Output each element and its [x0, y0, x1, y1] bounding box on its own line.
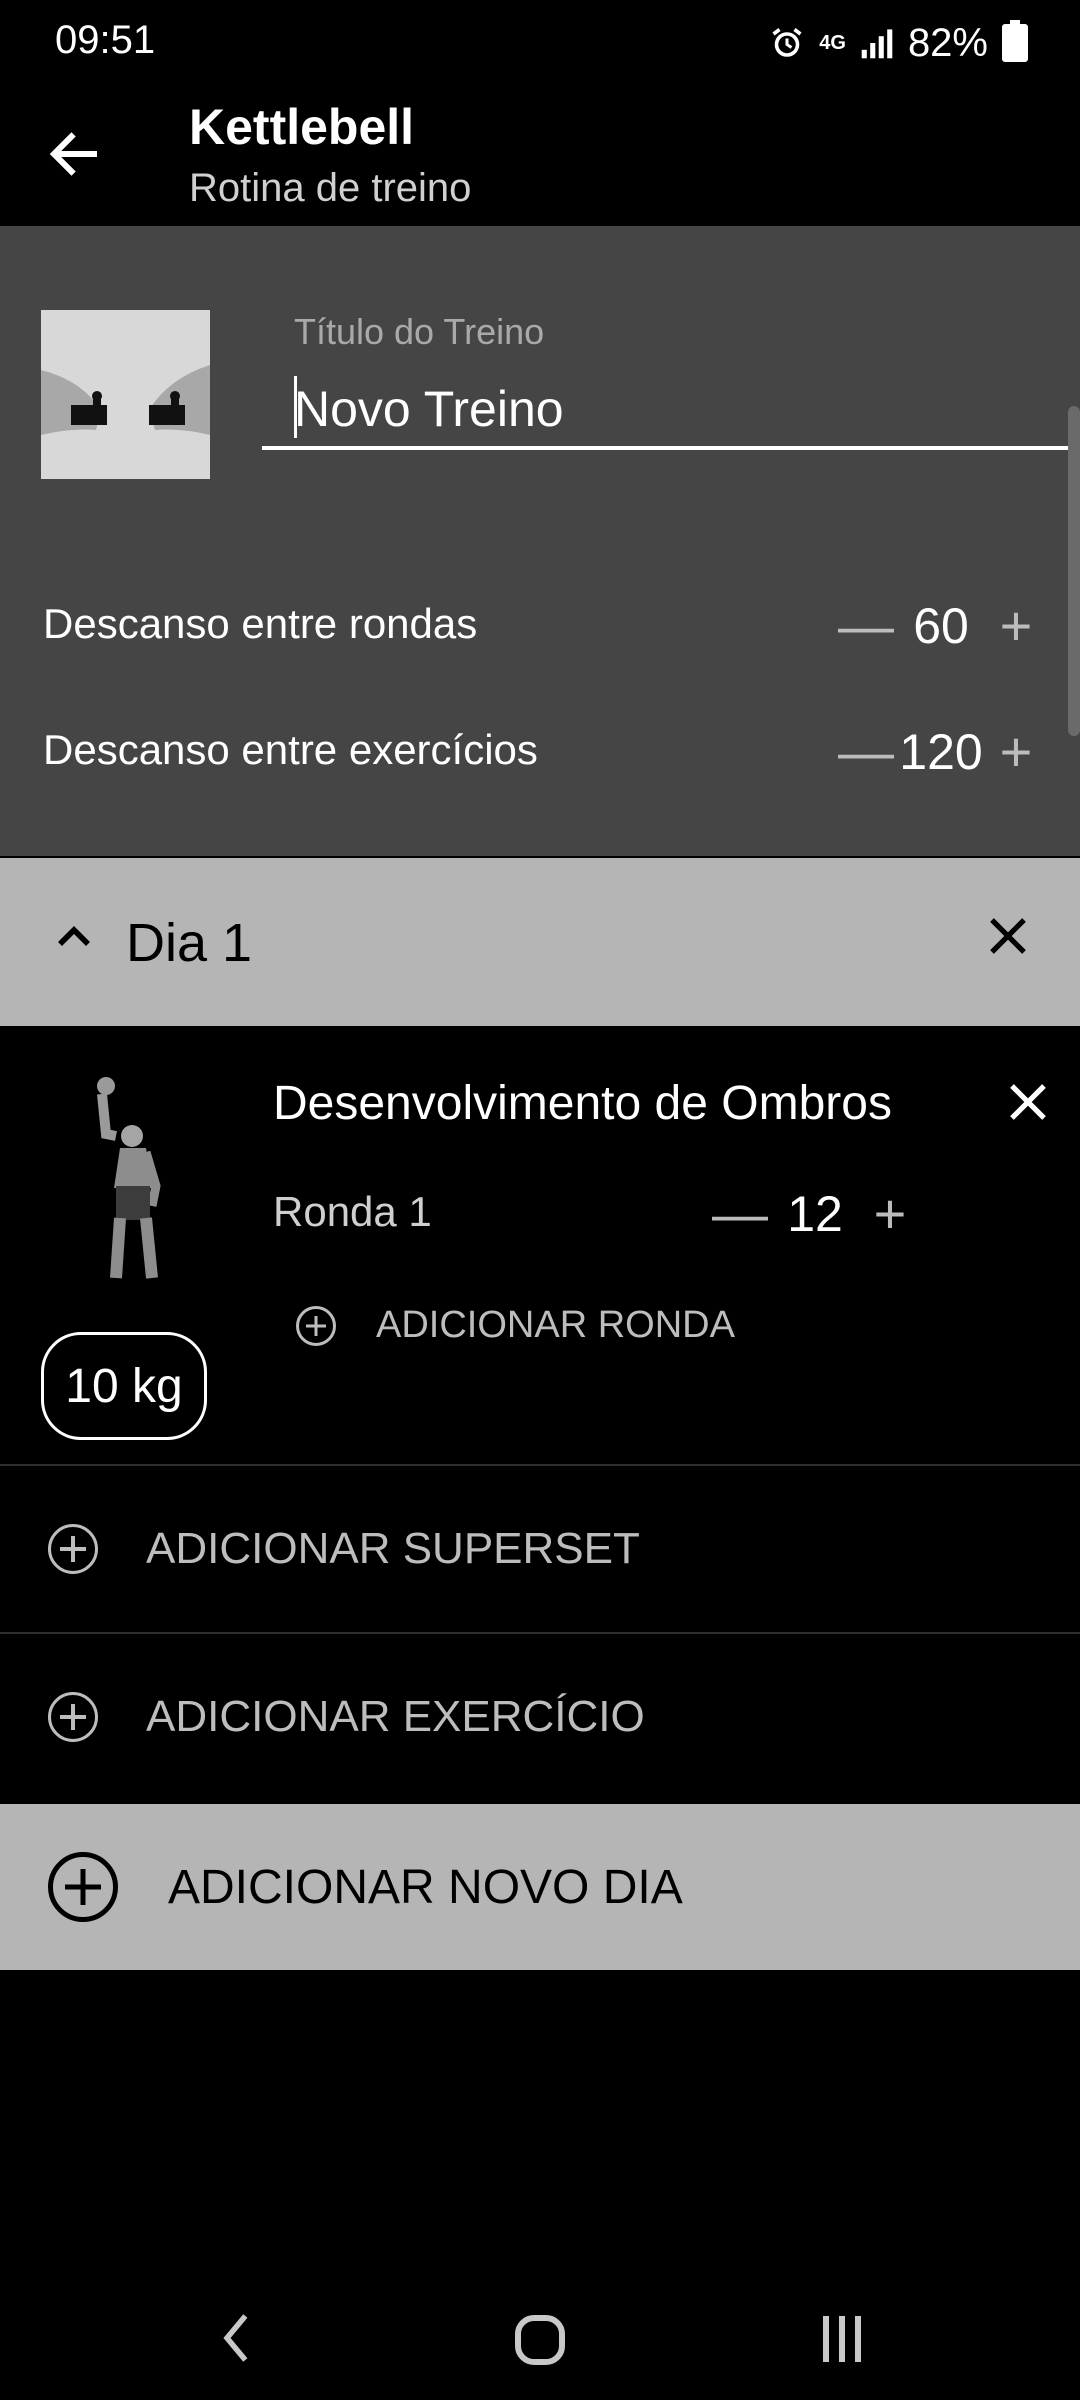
- rest-exercises-stepper: — 120 +: [836, 712, 1046, 792]
- add-superset-label: ADICIONAR SUPERSET: [146, 1524, 640, 1573]
- nav-recents-icon[interactable]: [818, 2312, 868, 2366]
- workout-title-input[interactable]: Novo Treino: [262, 366, 1080, 450]
- nav-back-icon[interactable]: [216, 2310, 260, 2366]
- add-day-button[interactable]: ADICIONAR NOVO DIA: [0, 1804, 1080, 1970]
- add-round-button[interactable]: ADICIONAR RONDA: [296, 1304, 735, 1347]
- add-round-label: ADICIONAR RONDA: [376, 1304, 735, 1346]
- status-icons: 4G 82%: [769, 18, 1028, 68]
- minus-icon[interactable]: —: [710, 1186, 770, 1242]
- round-label: Ronda 1: [273, 1188, 432, 1235]
- day-header[interactable]: Dia 1: [0, 858, 1080, 1026]
- arrow-left-icon[interactable]: [44, 124, 104, 184]
- page-subtitle: Rotina de treino: [189, 166, 472, 210]
- workout-title-value: Novo Treino: [294, 381, 564, 437]
- alarm-icon: [772, 28, 802, 57]
- add-day-label: ADICIONAR NOVO DIA: [168, 1860, 683, 1914]
- rest-rounds-stepper: — 60 +: [836, 586, 1046, 666]
- round-reps-stepper: — 12 +: [710, 1174, 920, 1254]
- exercise-illustration: [97, 1077, 161, 1279]
- network-type: 4G: [819, 31, 846, 54]
- exercise-card: Desenvolvimento de Ombros Ronda 1 — 12 +…: [0, 1026, 1080, 1464]
- add-exercise-label: ADICIONAR EXERCÍCIO: [146, 1692, 645, 1741]
- status-bar: 09:51 4G 82%: [0, 0, 1080, 84]
- rest-exercises-value: 120: [899, 724, 983, 780]
- system-nav-bar: [0, 2280, 1080, 2400]
- rest-rounds-value: 60: [913, 598, 969, 654]
- nav-home-icon[interactable]: [510, 2310, 570, 2370]
- page-title: Kettlebell: [189, 99, 415, 155]
- close-icon[interactable]: [984, 912, 1032, 960]
- rest-rounds-label: Descanso entre rondas: [43, 600, 478, 647]
- round-reps-value: 12: [787, 1186, 843, 1242]
- title-field-label: Título do Treino: [294, 311, 545, 352]
- close-icon[interactable]: [1004, 1078, 1052, 1126]
- plus-circle-icon: [296, 1305, 336, 1346]
- workout-settings-panel: Título do Treino Novo Treino Descanso en…: [0, 226, 1080, 856]
- rest-exercises-label: Descanso entre exercícios: [43, 726, 538, 773]
- day-name: Dia 1: [126, 913, 253, 973]
- minus-icon[interactable]: —: [836, 598, 896, 654]
- add-exercise-button[interactable]: ADICIONAR EXERCÍCIO: [0, 1634, 1080, 1800]
- app-bar: Kettlebell Rotina de treino: [0, 84, 1080, 226]
- plus-circle-icon: [48, 1692, 98, 1742]
- status-time: 09:51: [55, 18, 156, 62]
- exercise-name: Desenvolvimento de Ombros: [273, 1077, 892, 1130]
- battery-percent: 82%: [907, 20, 988, 65]
- signal-icon: [861, 29, 893, 59]
- minus-icon[interactable]: —: [836, 724, 896, 780]
- plus-icon[interactable]: +: [986, 598, 1046, 654]
- workout-image[interactable]: [41, 310, 210, 479]
- plus-icon[interactable]: +: [986, 724, 1046, 780]
- plus-icon[interactable]: +: [860, 1186, 920, 1242]
- plus-circle-icon: [48, 1524, 98, 1574]
- battery-icon: [1002, 20, 1028, 62]
- weight-chip[interactable]: 10 kg: [41, 1332, 207, 1440]
- puzzle-hands-illustration: [41, 310, 210, 479]
- scrollbar[interactable]: [1068, 406, 1080, 736]
- add-superset-button[interactable]: ADICIONAR SUPERSET: [0, 1466, 1080, 1632]
- chevron-up-icon[interactable]: [50, 912, 98, 960]
- plus-circle-icon: [48, 1852, 118, 1922]
